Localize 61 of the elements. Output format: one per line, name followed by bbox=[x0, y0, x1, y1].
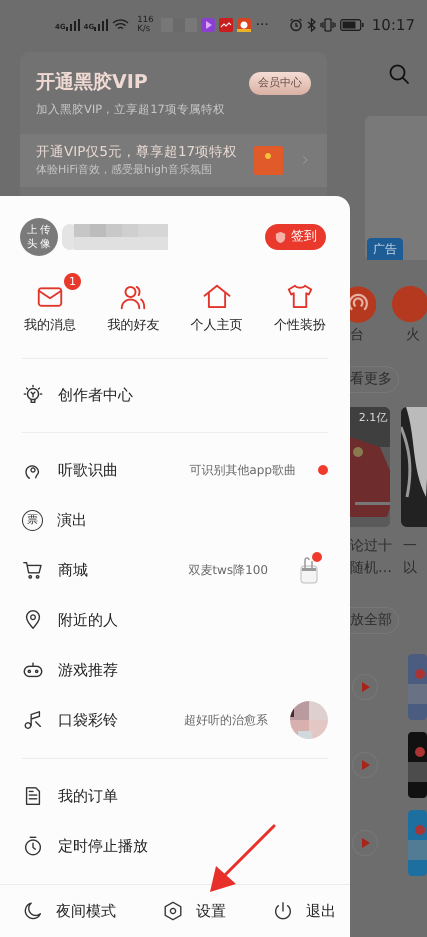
menu-item[interactable]: 创作者中心 bbox=[0, 370, 350, 420]
avatar-placeholder[interactable]: 上传头像 bbox=[20, 218, 58, 256]
menu-item[interactable]: 游戏推荐 bbox=[0, 645, 350, 696]
timer-icon bbox=[22, 835, 44, 858]
vip-subtitle: 加入黑胶VIP，立享超17项专属特权 bbox=[36, 100, 225, 118]
menu-hint: 可识别其他app歌曲 bbox=[189, 462, 296, 480]
check-in-button[interactable]: 签到 bbox=[265, 224, 326, 250]
play-icon bbox=[352, 752, 378, 778]
promo-title: 开通VIP仅5元，尊享超17项特权 bbox=[36, 142, 238, 162]
more-notifications: ··· bbox=[255, 16, 269, 34]
song-title: 一 bbox=[403, 537, 418, 556]
menu-item[interactable]: 口袋彩铃 超好听的治愈系 bbox=[0, 695, 350, 746]
speed-unit: K/s bbox=[137, 25, 152, 34]
wifi-icon bbox=[112, 19, 130, 31]
promo-subtitle: 体验HiFi音效，感受最high音乐氛围 bbox=[36, 162, 213, 178]
shield-icon bbox=[274, 230, 287, 244]
signal-icon bbox=[66, 19, 80, 31]
menu-item[interactable]: 定时停止播放 bbox=[0, 821, 350, 872]
menu-item[interactable]: 附近的人 bbox=[0, 595, 350, 646]
app-icon bbox=[219, 18, 234, 32]
unread-badge: 1 bbox=[64, 273, 81, 290]
bottom-action-button[interactable]: 夜间模式 bbox=[22, 900, 116, 922]
alarm-icon bbox=[288, 18, 303, 32]
ad-badge: 广告 bbox=[367, 238, 403, 260]
song-title: 论过十 bbox=[350, 537, 392, 556]
search-icon bbox=[387, 62, 411, 86]
play-icon bbox=[352, 830, 378, 856]
vip-title: 开通黑胶VIP bbox=[36, 70, 149, 95]
app-shortcut-icon bbox=[392, 283, 427, 325]
app-label: 火 bbox=[406, 326, 420, 345]
song-title: 随机… bbox=[350, 559, 392, 578]
shortcut-button[interactable]: 个性装扮 bbox=[262, 282, 338, 336]
shortcut-button[interactable]: 我的好友 bbox=[95, 282, 172, 336]
menu-hint: 双麦tws降100 bbox=[188, 562, 268, 580]
bottom-action-button[interactable]: 退出 bbox=[272, 900, 336, 922]
clock-time: 10:17 bbox=[372, 14, 415, 36]
app-label: 台 bbox=[350, 326, 364, 345]
music-note-icon bbox=[22, 709, 44, 732]
member-center-button[interactable]: 会员中心 bbox=[249, 72, 311, 94]
play-icon bbox=[352, 674, 378, 700]
song-title: 以 bbox=[403, 559, 418, 578]
shortcut-button[interactable]: 个人主页 bbox=[178, 282, 255, 336]
bluetooth-icon bbox=[306, 18, 316, 32]
menu-item[interactable]: 商城 双麦tws降100 bbox=[0, 545, 350, 596]
power-icon bbox=[272, 900, 294, 922]
bottom-action-button[interactable]: 设置 bbox=[162, 900, 226, 922]
cart-icon bbox=[22, 559, 44, 582]
signal-icon bbox=[94, 19, 108, 31]
vibrate-icon bbox=[320, 18, 336, 32]
envelope-icon bbox=[254, 146, 283, 175]
menu-hint: 超好听的治愈系 bbox=[184, 712, 268, 730]
ticket-icon: 票 bbox=[22, 510, 43, 531]
play-count: 2.1亿 bbox=[358, 410, 388, 426]
network-speed: 116 bbox=[137, 16, 154, 25]
menu-item[interactable]: 票 演出 bbox=[0, 495, 350, 546]
menu-item[interactable]: 我的订单 bbox=[0, 771, 350, 822]
app-icon bbox=[237, 18, 252, 32]
settings-icon bbox=[162, 900, 184, 922]
battery-icon bbox=[340, 19, 364, 31]
menu-item[interactable]: 听歌识曲 可识别其他app歌曲 bbox=[0, 445, 350, 496]
app-icon bbox=[201, 18, 216, 32]
